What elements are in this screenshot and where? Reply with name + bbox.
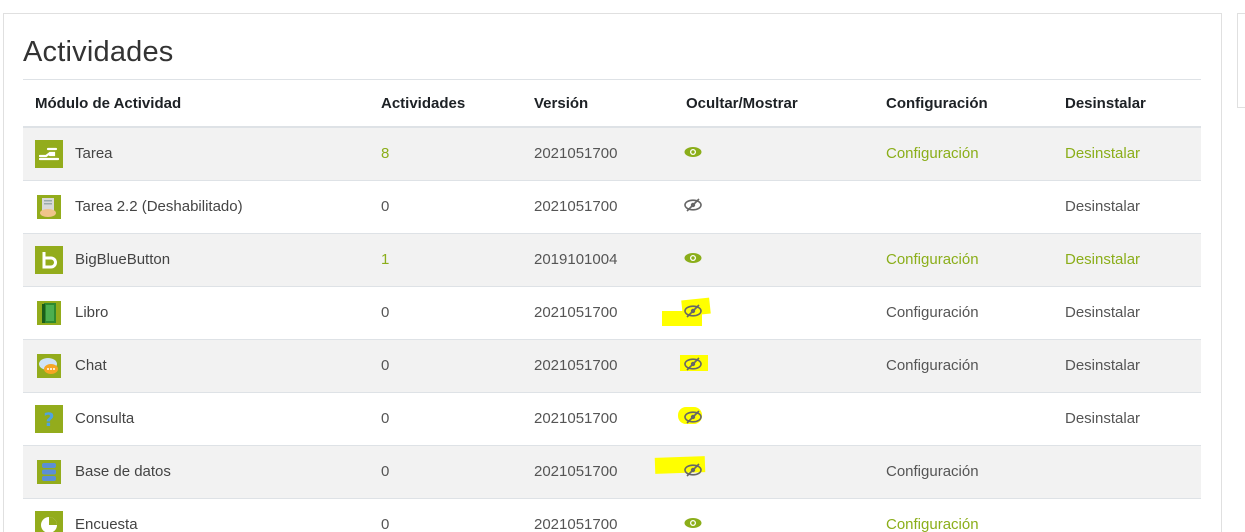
settings-link[interactable]: Configuración: [886, 497, 1065, 532]
header-uninstall: Desinstalar: [1065, 80, 1201, 128]
book-icon: [35, 299, 63, 327]
version-value: 2019101004: [534, 232, 686, 286]
activity-count: 0: [381, 444, 534, 498]
activity-count-link[interactable]: 1: [381, 232, 534, 286]
module-name: Tarea 2.2 (Deshabilitado): [75, 198, 243, 215]
settings-empty: [886, 179, 1065, 233]
activity-count: 0: [381, 179, 534, 233]
header-activities: Actividades: [381, 80, 534, 128]
uninstall-empty: [1065, 497, 1201, 532]
settings-link[interactable]: Configuración: [886, 285, 1065, 339]
table-row: Base de datos 0 2021051700 Configuración: [23, 444, 1201, 498]
uninstall-link[interactable]: Desinstalar: [1065, 285, 1201, 339]
uninstall-link[interactable]: Desinstalar: [1065, 126, 1201, 180]
header-version: Versión: [534, 80, 686, 128]
uninstall-link[interactable]: Desinstalar: [1065, 232, 1201, 286]
eye-slash-icon[interactable]: [654, 455, 706, 479]
bigbluebutton-icon: [35, 245, 63, 274]
header-visibility: Ocultar/Mostrar: [686, 80, 886, 128]
eye-icon[interactable]: [684, 251, 706, 267]
header-module[interactable]: Módulo de Actividad: [23, 80, 381, 128]
version-value: 2021051700: [534, 391, 686, 445]
settings-link[interactable]: Configuración: [886, 444, 1065, 498]
settings-link[interactable]: Configuración: [886, 232, 1065, 286]
eye-icon[interactable]: [684, 516, 706, 532]
page-title: Actividades: [23, 36, 174, 68]
activities-table: Módulo de Actividad Actividades Versión …: [23, 80, 1201, 532]
version-value: 2021051700: [534, 497, 686, 532]
eye-slash-icon[interactable]: [662, 297, 711, 326]
module-name: Tarea: [75, 145, 113, 163]
eye-icon[interactable]: [684, 145, 706, 161]
table-row: Chat 0 2021051700 Configuración Desinsta…: [23, 338, 1201, 392]
choice-icon: ?: [35, 404, 63, 433]
activity-count-link[interactable]: 8: [381, 126, 534, 180]
settings-link[interactable]: Configuración: [886, 338, 1065, 392]
eye-slash-icon[interactable]: [678, 406, 706, 426]
activity-count: 0: [381, 338, 534, 392]
table-row: BigBlueButton 1 2019101004 Configuración…: [23, 232, 1201, 286]
svg-text:?: ?: [43, 409, 54, 430]
eye-slash-icon[interactable]: [684, 197, 706, 214]
table-row: ? Consulta 0 2021051700 Desinstalar: [23, 391, 1201, 445]
table-row: Libro 0 2021051700 Configuración Desinst…: [23, 285, 1201, 339]
settings-empty: [886, 391, 1065, 445]
activity-count: 0: [381, 497, 534, 532]
version-value: 2021051700: [534, 126, 686, 180]
uninstall-empty: [1065, 444, 1201, 498]
table-row: Tarea 8 2021051700 Configuración Desinst…: [23, 126, 1201, 180]
module-name: Base de datos: [75, 463, 171, 480]
version-value: 2021051700: [534, 338, 686, 392]
module-name: Consulta: [75, 410, 135, 427]
assignment-icon: [35, 193, 63, 221]
activity-count: 0: [381, 391, 534, 445]
chat-icon: [35, 352, 63, 380]
header-settings: Configuración: [886, 80, 1065, 128]
table-row: Encuesta 0 2021051700 Configuración: [23, 497, 1201, 532]
table-row: Tarea 2.2 (Deshabilitado) 0 2021051700 D…: [23, 179, 1201, 233]
eye-slash-icon[interactable]: [680, 354, 708, 373]
feedback-icon: [35, 510, 63, 532]
table-header-row: Módulo de Actividad Actividades Versión …: [23, 80, 1201, 128]
database-icon: [35, 458, 63, 486]
uninstall-link[interactable]: Desinstalar: [1065, 179, 1201, 233]
uninstall-link[interactable]: Desinstalar: [1065, 338, 1201, 392]
version-value: 2021051700: [534, 179, 686, 233]
settings-link[interactable]: Configuración: [886, 126, 1065, 180]
module-name: Encuesta: [75, 516, 138, 532]
assign-icon: [35, 139, 63, 168]
module-name: Libro: [75, 304, 109, 321]
module-name: Chat: [75, 357, 107, 374]
module-name: BigBlueButton: [75, 251, 171, 268]
activity-count: 0: [381, 285, 534, 339]
uninstall-link[interactable]: Desinstalar: [1065, 391, 1201, 445]
side-block: [1237, 13, 1245, 108]
